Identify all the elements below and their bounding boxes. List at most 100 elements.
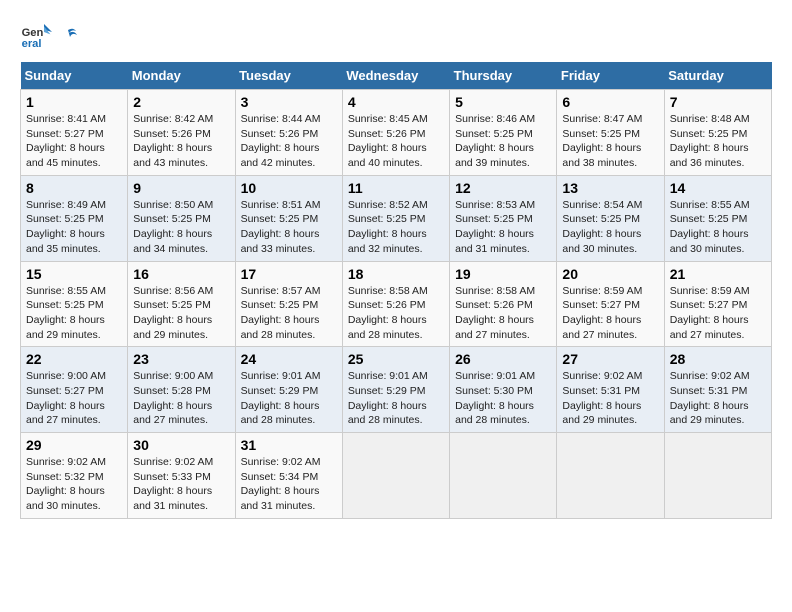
calendar-cell: 25 Sunrise: 9:01 AMSunset: 5:29 PMDaylig… (342, 347, 449, 433)
day-number: 25 (348, 351, 444, 367)
calendar-cell: 10 Sunrise: 8:51 AMSunset: 5:25 PMDaylig… (235, 175, 342, 261)
day-number: 18 (348, 266, 444, 282)
calendar-cell: 4 Sunrise: 8:45 AMSunset: 5:26 PMDayligh… (342, 90, 449, 176)
day-info: Sunrise: 8:52 AMSunset: 5:25 PMDaylight:… (348, 199, 428, 255)
calendar-cell: 11 Sunrise: 8:52 AMSunset: 5:25 PMDaylig… (342, 175, 449, 261)
day-info: Sunrise: 8:59 AMSunset: 5:27 PMDaylight:… (670, 285, 750, 341)
day-info: Sunrise: 9:02 AMSunset: 5:31 PMDaylight:… (670, 370, 750, 426)
day-info: Sunrise: 8:55 AMSunset: 5:25 PMDaylight:… (670, 199, 750, 255)
calendar-week-row: 8 Sunrise: 8:49 AMSunset: 5:25 PMDayligh… (21, 175, 772, 261)
calendar-cell: 24 Sunrise: 9:01 AMSunset: 5:29 PMDaylig… (235, 347, 342, 433)
calendar-cell: 19 Sunrise: 8:58 AMSunset: 5:26 PMDaylig… (450, 261, 557, 347)
day-number: 14 (670, 180, 766, 196)
day-number: 9 (133, 180, 229, 196)
svg-text:Gen: Gen (22, 27, 44, 39)
calendar-week-row: 29 Sunrise: 9:02 AMSunset: 5:32 PMDaylig… (21, 433, 772, 519)
day-number: 30 (133, 437, 229, 453)
calendar-cell: 5 Sunrise: 8:46 AMSunset: 5:25 PMDayligh… (450, 90, 557, 176)
calendar-cell: 30 Sunrise: 9:02 AMSunset: 5:33 PMDaylig… (128, 433, 235, 519)
calendar-cell (557, 433, 664, 519)
day-info: Sunrise: 8:46 AMSunset: 5:25 PMDaylight:… (455, 113, 535, 169)
day-info: Sunrise: 8:57 AMSunset: 5:25 PMDaylight:… (241, 285, 321, 341)
header-wednesday: Wednesday (342, 62, 449, 90)
day-info: Sunrise: 8:53 AMSunset: 5:25 PMDaylight:… (455, 199, 535, 255)
calendar-table: SundayMondayTuesdayWednesdayThursdayFrid… (20, 62, 772, 519)
day-number: 4 (348, 94, 444, 110)
calendar-cell: 2 Sunrise: 8:42 AMSunset: 5:26 PMDayligh… (128, 90, 235, 176)
calendar-cell: 27 Sunrise: 9:02 AMSunset: 5:31 PMDaylig… (557, 347, 664, 433)
header-thursday: Thursday (450, 62, 557, 90)
day-number: 28 (670, 351, 766, 367)
day-info: Sunrise: 9:02 AMSunset: 5:33 PMDaylight:… (133, 456, 213, 512)
day-info: Sunrise: 9:01 AMSunset: 5:29 PMDaylight:… (241, 370, 321, 426)
day-number: 15 (26, 266, 122, 282)
day-info: Sunrise: 9:01 AMSunset: 5:29 PMDaylight:… (348, 370, 428, 426)
day-number: 2 (133, 94, 229, 110)
calendar-cell: 23 Sunrise: 9:00 AMSunset: 5:28 PMDaylig… (128, 347, 235, 433)
calendar-cell: 7 Sunrise: 8:48 AMSunset: 5:25 PMDayligh… (664, 90, 771, 176)
calendar-cell: 22 Sunrise: 9:00 AMSunset: 5:27 PMDaylig… (21, 347, 128, 433)
day-number: 6 (562, 94, 658, 110)
day-info: Sunrise: 8:47 AMSunset: 5:25 PMDaylight:… (562, 113, 642, 169)
header-friday: Friday (557, 62, 664, 90)
header-sunday: Sunday (21, 62, 128, 90)
day-info: Sunrise: 9:02 AMSunset: 5:31 PMDaylight:… (562, 370, 642, 426)
day-info: Sunrise: 9:00 AMSunset: 5:28 PMDaylight:… (133, 370, 213, 426)
day-info: Sunrise: 8:56 AMSunset: 5:25 PMDaylight:… (133, 285, 213, 341)
day-info: Sunrise: 8:50 AMSunset: 5:25 PMDaylight:… (133, 199, 213, 255)
calendar-cell: 26 Sunrise: 9:01 AMSunset: 5:30 PMDaylig… (450, 347, 557, 433)
day-info: Sunrise: 9:02 AMSunset: 5:32 PMDaylight:… (26, 456, 106, 512)
header-saturday: Saturday (664, 62, 771, 90)
day-info: Sunrise: 8:45 AMSunset: 5:26 PMDaylight:… (348, 113, 428, 169)
calendar-cell: 28 Sunrise: 9:02 AMSunset: 5:31 PMDaylig… (664, 347, 771, 433)
logo-icon: Gen eral (20, 20, 52, 52)
day-number: 12 (455, 180, 551, 196)
calendar-cell: 20 Sunrise: 8:59 AMSunset: 5:27 PMDaylig… (557, 261, 664, 347)
calendar-cell: 3 Sunrise: 8:44 AMSunset: 5:26 PMDayligh… (235, 90, 342, 176)
calendar-header-row: SundayMondayTuesdayWednesdayThursdayFrid… (21, 62, 772, 90)
day-number: 24 (241, 351, 337, 367)
day-number: 17 (241, 266, 337, 282)
calendar-week-row: 1 Sunrise: 8:41 AMSunset: 5:27 PMDayligh… (21, 90, 772, 176)
day-info: Sunrise: 8:42 AMSunset: 5:26 PMDaylight:… (133, 113, 213, 169)
calendar-cell: 1 Sunrise: 8:41 AMSunset: 5:27 PMDayligh… (21, 90, 128, 176)
day-number: 20 (562, 266, 658, 282)
day-number: 5 (455, 94, 551, 110)
day-number: 23 (133, 351, 229, 367)
day-info: Sunrise: 8:51 AMSunset: 5:25 PMDaylight:… (241, 199, 321, 255)
calendar-cell: 6 Sunrise: 8:47 AMSunset: 5:25 PMDayligh… (557, 90, 664, 176)
day-info: Sunrise: 8:44 AMSunset: 5:26 PMDaylight:… (241, 113, 321, 169)
calendar-cell (450, 433, 557, 519)
day-info: Sunrise: 8:48 AMSunset: 5:25 PMDaylight:… (670, 113, 750, 169)
day-info: Sunrise: 9:02 AMSunset: 5:34 PMDaylight:… (241, 456, 321, 512)
day-number: 16 (133, 266, 229, 282)
day-info: Sunrise: 9:00 AMSunset: 5:27 PMDaylight:… (26, 370, 106, 426)
day-info: Sunrise: 8:49 AMSunset: 5:25 PMDaylight:… (26, 199, 106, 255)
calendar-cell: 14 Sunrise: 8:55 AMSunset: 5:25 PMDaylig… (664, 175, 771, 261)
day-number: 8 (26, 180, 122, 196)
day-number: 13 (562, 180, 658, 196)
day-number: 31 (241, 437, 337, 453)
calendar-cell: 31 Sunrise: 9:02 AMSunset: 5:34 PMDaylig… (235, 433, 342, 519)
day-info: Sunrise: 8:59 AMSunset: 5:27 PMDaylight:… (562, 285, 642, 341)
calendar-cell: 17 Sunrise: 8:57 AMSunset: 5:25 PMDaylig… (235, 261, 342, 347)
calendar-cell: 16 Sunrise: 8:56 AMSunset: 5:25 PMDaylig… (128, 261, 235, 347)
day-number: 10 (241, 180, 337, 196)
day-number: 11 (348, 180, 444, 196)
svg-text:eral: eral (22, 38, 42, 50)
calendar-cell: 18 Sunrise: 8:58 AMSunset: 5:26 PMDaylig… (342, 261, 449, 347)
day-number: 29 (26, 437, 122, 453)
day-info: Sunrise: 8:41 AMSunset: 5:27 PMDaylight:… (26, 113, 106, 169)
day-info: Sunrise: 8:55 AMSunset: 5:25 PMDaylight:… (26, 285, 106, 341)
day-number: 21 (670, 266, 766, 282)
calendar-cell: 9 Sunrise: 8:50 AMSunset: 5:25 PMDayligh… (128, 175, 235, 261)
calendar-cell (664, 433, 771, 519)
logo-bird-icon (58, 26, 78, 46)
day-info: Sunrise: 8:58 AMSunset: 5:26 PMDaylight:… (455, 285, 535, 341)
logo: Gen eral (20, 20, 78, 52)
day-info: Sunrise: 9:01 AMSunset: 5:30 PMDaylight:… (455, 370, 535, 426)
day-number: 19 (455, 266, 551, 282)
day-number: 27 (562, 351, 658, 367)
day-info: Sunrise: 8:58 AMSunset: 5:26 PMDaylight:… (348, 285, 428, 341)
calendar-cell: 21 Sunrise: 8:59 AMSunset: 5:27 PMDaylig… (664, 261, 771, 347)
